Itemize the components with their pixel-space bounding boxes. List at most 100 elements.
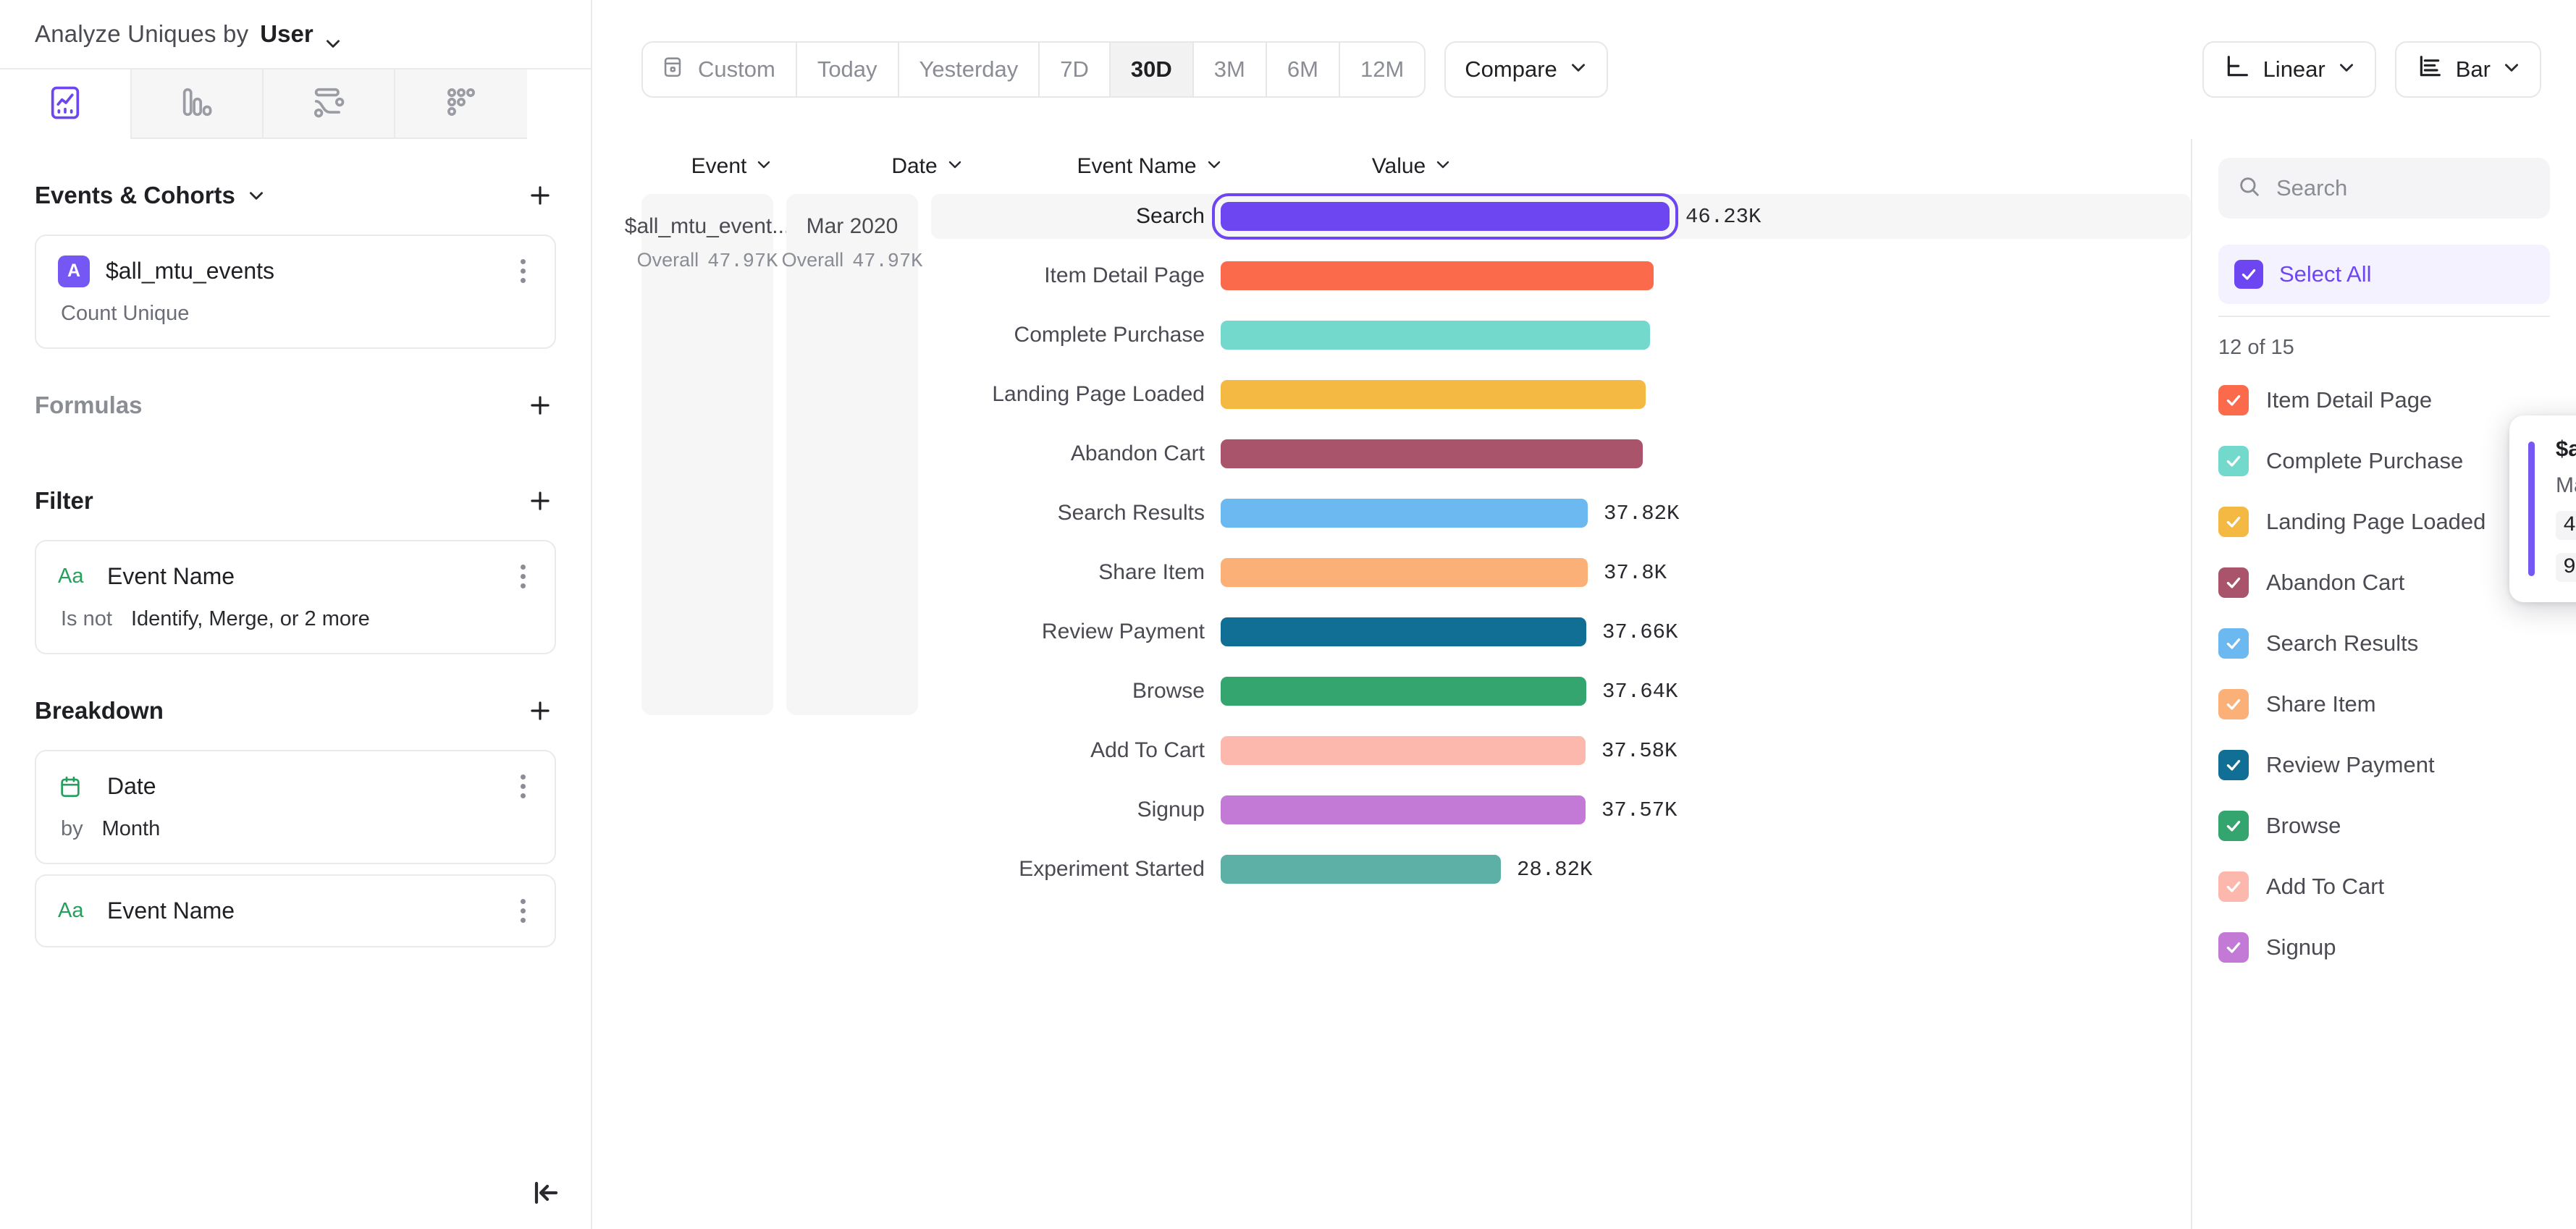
chart-type-select[interactable]: Bar xyxy=(2394,41,2541,98)
text-type-icon: Aa xyxy=(58,899,84,922)
legend-item[interactable]: Abandon Cart xyxy=(2218,552,2550,613)
legend-item[interactable]: Item Detail Page xyxy=(2218,370,2550,431)
add-formula-button[interactable] xyxy=(524,389,556,421)
compare-button[interactable]: Compare xyxy=(1444,41,1608,98)
group-column-event-overall-label: Overall xyxy=(636,249,699,271)
date-range-today[interactable]: Today xyxy=(796,43,899,96)
bar[interactable] xyxy=(1221,499,1588,528)
bar-label: Search Results xyxy=(1057,501,1205,525)
legend-checkbox[interactable] xyxy=(2218,567,2249,598)
legend-checkbox[interactable] xyxy=(2218,750,2249,780)
legend-item[interactable]: Search Results xyxy=(2218,613,2550,674)
bar[interactable] xyxy=(1212,193,1678,240)
legend-item[interactable]: Review Payment xyxy=(2218,735,2550,795)
column-header-date[interactable]: Date xyxy=(837,154,1018,179)
bar[interactable] xyxy=(1221,736,1586,765)
bar-wrapper: 37.58K xyxy=(1221,736,1677,765)
bar-row[interactable]: Search 46.23K xyxy=(931,193,2191,240)
bar-row[interactable]: Review Payment 37.66K xyxy=(931,609,2191,654)
select-all-row[interactable]: Select All xyxy=(2218,245,2550,304)
bar[interactable] xyxy=(1221,795,1586,824)
bar[interactable] xyxy=(1221,855,1501,884)
date-range-yesterday[interactable]: Yesterday xyxy=(898,43,1040,96)
scale-select[interactable]: Linear xyxy=(2202,41,2376,98)
collapse-panel-left-icon[interactable] xyxy=(526,1173,566,1213)
bar-row[interactable]: Landing Page Loaded xyxy=(931,372,2191,417)
add-filter-button[interactable] xyxy=(524,485,556,517)
bar[interactable] xyxy=(1221,321,1650,350)
bar-chart-icon xyxy=(2415,52,2444,87)
bar-value-label: 28.82K xyxy=(1517,857,1593,882)
legend-checkbox[interactable] xyxy=(2218,628,2249,659)
bar[interactable] xyxy=(1221,261,1654,290)
bar-value-label: 46.23K xyxy=(1685,204,1761,229)
analyze-value[interactable]: User xyxy=(260,20,313,48)
legend-item[interactable]: Signup xyxy=(2218,917,2550,978)
legend-checkbox[interactable] xyxy=(2218,871,2249,902)
bar-row[interactable]: Browse 37.64K xyxy=(931,669,2191,714)
column-header-event[interactable]: Event xyxy=(641,154,822,179)
sidebar-item-bar-chart[interactable] xyxy=(132,69,264,139)
chevron-down-icon[interactable] xyxy=(247,186,266,205)
kebab-menu-icon[interactable] xyxy=(513,255,533,287)
bar-row[interactable]: Complete Purchase xyxy=(931,313,2191,358)
date-range-6m[interactable]: 6M xyxy=(1266,43,1340,96)
kebab-menu-icon[interactable] xyxy=(513,560,533,593)
search-input[interactable]: Search xyxy=(2218,158,2550,219)
bar[interactable] xyxy=(1221,617,1586,646)
date-range-7d[interactable]: 7D xyxy=(1040,43,1111,96)
date-range-3m[interactable]: 3M xyxy=(1193,43,1267,96)
bar[interactable] xyxy=(1221,677,1586,706)
bar-label: Complete Purchase xyxy=(1014,323,1205,347)
bar-row[interactable]: Experiment Started 28.82K xyxy=(931,847,2191,892)
breakdown-card-event-name[interactable]: Aa Event Name xyxy=(35,874,556,947)
legend-item-label: Complete Purchase xyxy=(2266,448,2464,473)
column-header-event-name[interactable]: Event Name xyxy=(1041,154,1258,179)
add-event-button[interactable] xyxy=(524,180,556,211)
breakdown-card-date[interactable]: Date by Month xyxy=(35,750,556,864)
legend-item[interactable]: Browse xyxy=(2218,795,2550,856)
kebab-menu-icon[interactable] xyxy=(513,770,533,803)
bar[interactable] xyxy=(1221,439,1643,468)
bar-row[interactable]: Share Item 37.8K xyxy=(931,550,2191,595)
legend-checkbox[interactable] xyxy=(2218,932,2249,963)
sidebar-item-retention[interactable] xyxy=(395,69,527,139)
bar[interactable] xyxy=(1221,380,1646,409)
event-card[interactable]: A $all_mtu_events Count Unique xyxy=(35,235,556,349)
chevron-down-icon xyxy=(1205,154,1223,179)
legend-checkbox[interactable] xyxy=(2218,507,2249,537)
date-range-30d[interactable]: 30D xyxy=(1110,43,1194,96)
sidebar-item-line-chart[interactable] xyxy=(0,69,132,139)
legend-item[interactable]: Complete Purchase xyxy=(2218,431,2550,491)
bar[interactable] xyxy=(1221,558,1588,587)
legend-item[interactable]: Landing Page Loaded xyxy=(2218,491,2550,552)
legend-checkbox[interactable] xyxy=(2218,689,2249,719)
sidebar-item-flow[interactable] xyxy=(264,69,395,139)
section-header-filter: Filter xyxy=(35,462,556,540)
bar-row[interactable]: Search Results 37.82K xyxy=(931,491,2191,536)
bar-row[interactable]: Signup 37.57K xyxy=(931,787,2191,832)
legend-item[interactable]: Share Item xyxy=(2218,674,2550,735)
calendar-icon xyxy=(660,54,685,85)
dots-grid-icon xyxy=(442,83,480,124)
bar-row[interactable]: Abandon Cart xyxy=(931,431,2191,476)
column-header-event-label: Event xyxy=(691,154,747,178)
bar-row[interactable]: Add To Cart 37.58K xyxy=(931,728,2191,773)
legend-checkbox[interactable] xyxy=(2218,446,2249,476)
date-range-12m[interactable]: 12M xyxy=(1339,43,1425,96)
column-header-value[interactable]: Value xyxy=(1296,154,1528,179)
main-panel: Custom Today Yesterday 7D 30D 3M 6M 12M … xyxy=(592,0,2576,1229)
kebab-menu-icon[interactable] xyxy=(513,895,533,927)
legend-item[interactable]: Add To Cart xyxy=(2218,856,2550,917)
add-breakdown-button[interactable] xyxy=(524,695,556,727)
bar-list: Search 46.23K Item Detail Page Complete Pur… xyxy=(931,193,2191,892)
filter-card-title: Event Name xyxy=(107,563,235,589)
filter-card[interactable]: Aa Event Name Is not Identify, Merge, or … xyxy=(35,540,556,654)
legend-checkbox[interactable] xyxy=(2218,385,2249,415)
legend-checkbox[interactable] xyxy=(2218,811,2249,841)
legend-panel: Search Select All 12 of 15 Item Detail P… xyxy=(2191,139,2576,1229)
select-all-checkbox[interactable] xyxy=(2234,260,2263,289)
search-placeholder: Search xyxy=(2276,175,2348,200)
bar-row[interactable]: Item Detail Page xyxy=(931,253,2191,298)
date-range-custom[interactable]: Custom xyxy=(643,43,797,96)
